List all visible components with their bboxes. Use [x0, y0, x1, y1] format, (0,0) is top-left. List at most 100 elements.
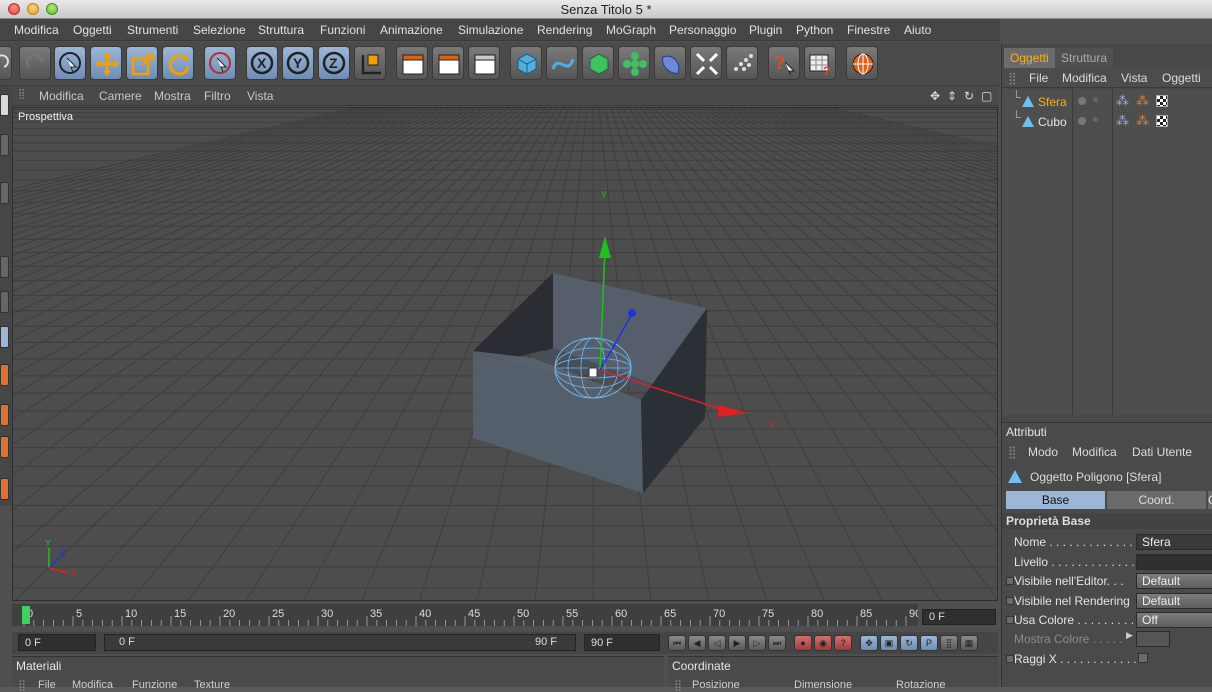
move-tool[interactable] — [90, 46, 122, 80]
tab-coord[interactable]: Coord. — [1107, 491, 1206, 509]
render-settings-button[interactable] — [468, 46, 500, 80]
attributes-menu-dati-utente[interactable]: Dati Utente — [1132, 445, 1192, 459]
cube-primitive-button[interactable] — [510, 46, 542, 80]
rotate-tool[interactable] — [162, 46, 194, 80]
attributes-menu-modifica[interactable]: Modifica — [1072, 445, 1117, 459]
menu-funzioni[interactable]: Funzioni — [320, 23, 365, 37]
menu-struttura[interactable]: Struttura — [258, 23, 304, 37]
next-key-button[interactable]: ▷ — [748, 635, 766, 651]
editor-visibility-dot[interactable] — [1078, 117, 1086, 125]
raggi-x-checkbox[interactable] — [1138, 653, 1148, 663]
coordinate-system-button[interactable] — [354, 46, 386, 80]
viewport-menu-modifica[interactable]: Modifica — [39, 89, 84, 103]
redo-button[interactable] — [19, 46, 51, 80]
left-tool-button[interactable] — [0, 182, 9, 204]
left-tool-button[interactable] — [0, 256, 9, 278]
visibile-rendering-dropdown[interactable]: Default — [1136, 593, 1212, 609]
left-tool-button[interactable] — [0, 326, 9, 348]
menu-mograph[interactable]: MoGraph — [606, 23, 656, 37]
material-tag-icon[interactable] — [1156, 95, 1168, 107]
z-axis-arrowhead[interactable] — [628, 309, 636, 317]
object-row-sfera[interactable]: └ Sfera ⁂ ⁂ — [1002, 90, 1212, 112]
z-axis-lock[interactable]: Z — [318, 46, 350, 80]
usa-colore-dropdown[interactable]: Off — [1136, 612, 1212, 628]
deformer-button[interactable] — [654, 46, 686, 80]
previous-frame-button[interactable]: ◁ — [708, 635, 726, 651]
uvw-tag-icon[interactable]: ⁂ — [1136, 93, 1149, 109]
play-button[interactable]: ▶ — [728, 635, 746, 651]
render-view-button[interactable] — [396, 46, 428, 80]
left-tool-button[interactable] — [0, 364, 9, 386]
tab-base[interactable]: Base — [1006, 491, 1105, 509]
attributes-menu-modo[interactable]: Modo — [1028, 445, 1058, 459]
menu-simulazione[interactable]: Simulazione — [458, 23, 523, 37]
menu-animazione[interactable]: Animazione — [380, 23, 443, 37]
object-menu-vista[interactable]: Vista — [1121, 71, 1147, 85]
material-tag-icon[interactable] — [1156, 115, 1168, 127]
go-to-end-button[interactable]: ⏭ — [768, 635, 786, 651]
editor-visibility-dot[interactable] — [1078, 97, 1086, 105]
end-frame-field[interactable]: 90 F — [584, 634, 660, 651]
viewport-menu-vista[interactable]: Vista — [247, 89, 273, 103]
menu-oggetti[interactable]: Oggetti — [73, 23, 112, 37]
last-tool-button[interactable] — [204, 46, 236, 80]
tab-more[interactable]: C — [1208, 491, 1212, 509]
uvw-tag-icon[interactable]: ⁂ — [1136, 113, 1149, 129]
menu-personaggio[interactable]: Personaggio — [669, 23, 736, 37]
menu-plugin[interactable]: Plugin — [749, 23, 782, 37]
materials-menu-texture[interactable]: Texture — [194, 679, 230, 691]
previous-key-button[interactable]: ◀ — [688, 635, 706, 651]
animate-checkbox[interactable] — [1006, 616, 1014, 624]
current-frame-field[interactable]: 0 F — [922, 609, 996, 625]
particles-button[interactable] — [726, 46, 758, 80]
undo-button[interactable] — [0, 46, 12, 80]
mostra-colore-swatch[interactable] — [1136, 631, 1170, 647]
render-visibility-dot[interactable] — [1093, 117, 1098, 122]
left-tool-button[interactable] — [0, 291, 9, 313]
menu-selezione[interactable]: Selezione — [193, 23, 246, 37]
menu-rendering[interactable]: Rendering — [537, 23, 592, 37]
phong-tag-icon[interactable]: ⁂ — [1116, 113, 1129, 129]
key-scale-toggle[interactable]: ▣ — [880, 635, 898, 651]
timeline-window-button[interactable]: ? — [804, 46, 836, 80]
maximize-view-icon[interactable]: ▢ — [981, 89, 992, 103]
left-tool-button[interactable] — [0, 436, 9, 458]
menu-python[interactable]: Python — [796, 23, 833, 37]
object-row-cubo[interactable]: └ Cubo ⁂ ⁂ — [1002, 110, 1212, 132]
materials-menu-modifica[interactable]: Modifica — [72, 679, 113, 691]
key-position-toggle[interactable]: ✥ — [860, 635, 878, 651]
materials-menu-file[interactable]: File — [38, 679, 56, 691]
timeline-ruler[interactable]: 051015202530354045505560657075808590 — [12, 604, 918, 626]
viewport-menu-mostra[interactable]: Mostra — [154, 89, 191, 103]
livello-field[interactable] — [1136, 554, 1212, 570]
menu-aiuto[interactable]: Aiuto — [904, 23, 931, 37]
animate-checkbox[interactable] — [1006, 597, 1014, 605]
tab-struttura[interactable]: Struttura — [1055, 48, 1114, 68]
tab-oggetti[interactable]: Oggetti — [1004, 48, 1055, 68]
menu-finestre[interactable]: Finestre — [847, 23, 890, 37]
live-selection-tool[interactable] — [54, 46, 86, 80]
y-axis-lock[interactable]: Y — [282, 46, 314, 80]
animate-checkbox[interactable] — [1006, 577, 1014, 585]
object-menu-oggetti[interactable]: Oggetti — [1162, 71, 1201, 85]
left-tool-button[interactable] — [0, 404, 9, 426]
record-button[interactable]: ● — [794, 635, 812, 651]
object-menu-modifica[interactable]: Modifica — [1062, 71, 1107, 85]
left-tool-button[interactable] — [0, 134, 9, 156]
object-menu-file[interactable]: File — [1029, 71, 1048, 85]
viewport-menu-camere[interactable]: Camere — [99, 89, 142, 103]
nome-input[interactable]: Sfera — [1136, 534, 1212, 550]
go-to-start-button[interactable]: ⏮ — [668, 635, 686, 651]
left-tool-button[interactable] — [0, 478, 9, 500]
scale-tool[interactable] — [126, 46, 158, 80]
keyframe-help-button[interactable]: ? — [834, 635, 852, 651]
expand-arrow-icon[interactable]: ▶ — [1126, 630, 1133, 641]
nurbs-button[interactable] — [582, 46, 614, 80]
range-slider[interactable]: 0 F 90 F — [104, 634, 576, 651]
render-visibility-dot[interactable] — [1093, 97, 1098, 102]
x-axis-lock[interactable]: X — [246, 46, 278, 80]
pan-icon[interactable]: ✥ — [930, 89, 940, 103]
menu-strumenti[interactable]: Strumenti — [127, 23, 178, 37]
key-rotation-toggle[interactable]: ↻ — [900, 635, 918, 651]
viewport-menu-filtro[interactable]: Filtro — [204, 89, 231, 103]
